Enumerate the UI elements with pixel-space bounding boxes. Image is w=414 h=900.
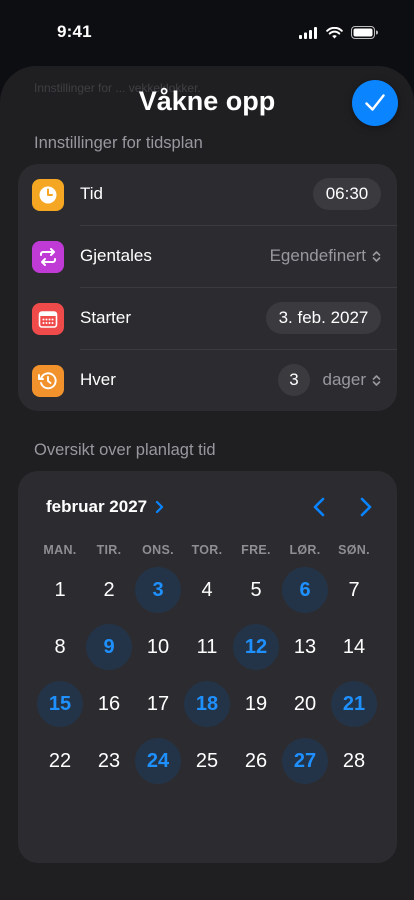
calendar-day[interactable]: 17 [135,681,181,727]
calendar-day[interactable]: 10 [135,624,181,670]
weekday-label: SØN. [338,543,370,557]
calendar-day-scheduled[interactable]: 12 [233,624,279,670]
chevron-right-small-icon [156,500,164,514]
calendar-day[interactable]: 2 [86,567,132,613]
calendar-day-scheduled[interactable]: 15 [37,681,83,727]
calendar-day[interactable]: 1 [37,567,83,613]
schedule-settings-card: Tid 06:30 Gjentales Egendefinert Starter… [18,164,397,411]
time-label: Tid [80,184,103,203]
calendar-icon [32,303,64,335]
calendar-day[interactable]: 5 [233,567,279,613]
calendar-day[interactable]: 23 [86,738,132,784]
schedule-settings-header: Innstillinger for tidsplan [34,134,203,152]
weekday-label: MAN. [43,543,77,557]
calendar-day[interactable]: 8 [37,624,83,670]
battery-icon [351,26,378,39]
every-count-field[interactable]: 3 [278,364,310,396]
calendar-day[interactable]: 19 [233,681,279,727]
every-unit-value: dager [322,370,366,389]
clock-icon [32,179,64,211]
overview-header: Oversikt over planlagt tid [34,441,216,459]
time-row[interactable]: Tid 06:30 [18,164,397,226]
calendar-day-scheduled[interactable]: 9 [86,624,132,670]
time-value-button[interactable]: 06:30 [313,178,381,210]
start-label: Starter [80,308,132,327]
calendar-day[interactable]: 28 [331,738,377,784]
month-picker-button[interactable]: februar 2027 [46,497,164,517]
next-month-button[interactable] [355,496,377,518]
chevron-up-down-icon [372,250,381,262]
previous-month-button[interactable] [308,496,330,518]
calendar-day[interactable]: 14 [331,624,377,670]
chevron-right-icon [360,497,372,517]
calendar-day-scheduled[interactable]: 21 [331,681,377,727]
done-button[interactable] [352,80,398,126]
repeat-label: Gjentales [80,246,152,265]
calendar-day[interactable]: 16 [86,681,132,727]
calendar-day[interactable]: 25 [184,738,230,784]
weekday-label: LØR. [289,543,321,557]
weekday-label: TIR. [96,543,122,557]
every-unit-popup-button[interactable]: dager [323,370,381,390]
weekday-label: FRE. [241,543,271,557]
chevron-left-icon [313,497,325,517]
month-label: februar 2027 [46,497,148,516]
calendar-day-scheduled[interactable]: 6 [282,567,328,613]
start-date-button[interactable]: 3. feb. 2027 [266,302,381,334]
calendar-day[interactable]: 11 [184,624,230,670]
calendar-day[interactable]: 4 [184,567,230,613]
repeat-row[interactable]: Gjentales Egendefinert [18,226,397,288]
every-label: Hver [80,370,116,389]
weekday-label: ONS. [142,543,174,557]
calendar-day[interactable]: 20 [282,681,328,727]
schedule-sheet: Innstillinger for ... vekkeklokker. Våkn… [0,66,414,900]
chevron-up-down-icon [372,374,381,386]
calendar-day[interactable]: 22 [37,738,83,784]
repeat-popup-button[interactable]: Egendefinert [270,246,381,266]
status-time: 9:41 [57,22,92,41]
calendar-day-scheduled[interactable]: 18 [184,681,230,727]
cellular-signal-icon [299,26,317,39]
status-icons [299,26,378,39]
status-bar: 9:41 [0,0,414,64]
calendar-day[interactable]: 7 [331,567,377,613]
repeat-value: Egendefinert [269,246,366,265]
calendar-day-scheduled[interactable]: 3 [135,567,181,613]
calendar-day[interactable]: 13 [282,624,328,670]
wifi-icon [326,26,343,38]
checkmark-icon [365,94,385,111]
calendar-card: februar 2027 MAN. TIR. ONS. TOR. FRE. LØR. SØN… [18,471,397,863]
start-row[interactable]: Starter 3. feb. 2027 [18,288,397,350]
repeat-icon [32,241,64,273]
history-icon [32,365,64,397]
weekday-label: TOR. [191,543,223,557]
calendar-day[interactable]: 26 [233,738,279,784]
calendar-day-scheduled[interactable]: 24 [135,738,181,784]
calendar-day-scheduled[interactable]: 27 [282,738,328,784]
every-row[interactable]: Hver 3 dager [18,350,397,412]
